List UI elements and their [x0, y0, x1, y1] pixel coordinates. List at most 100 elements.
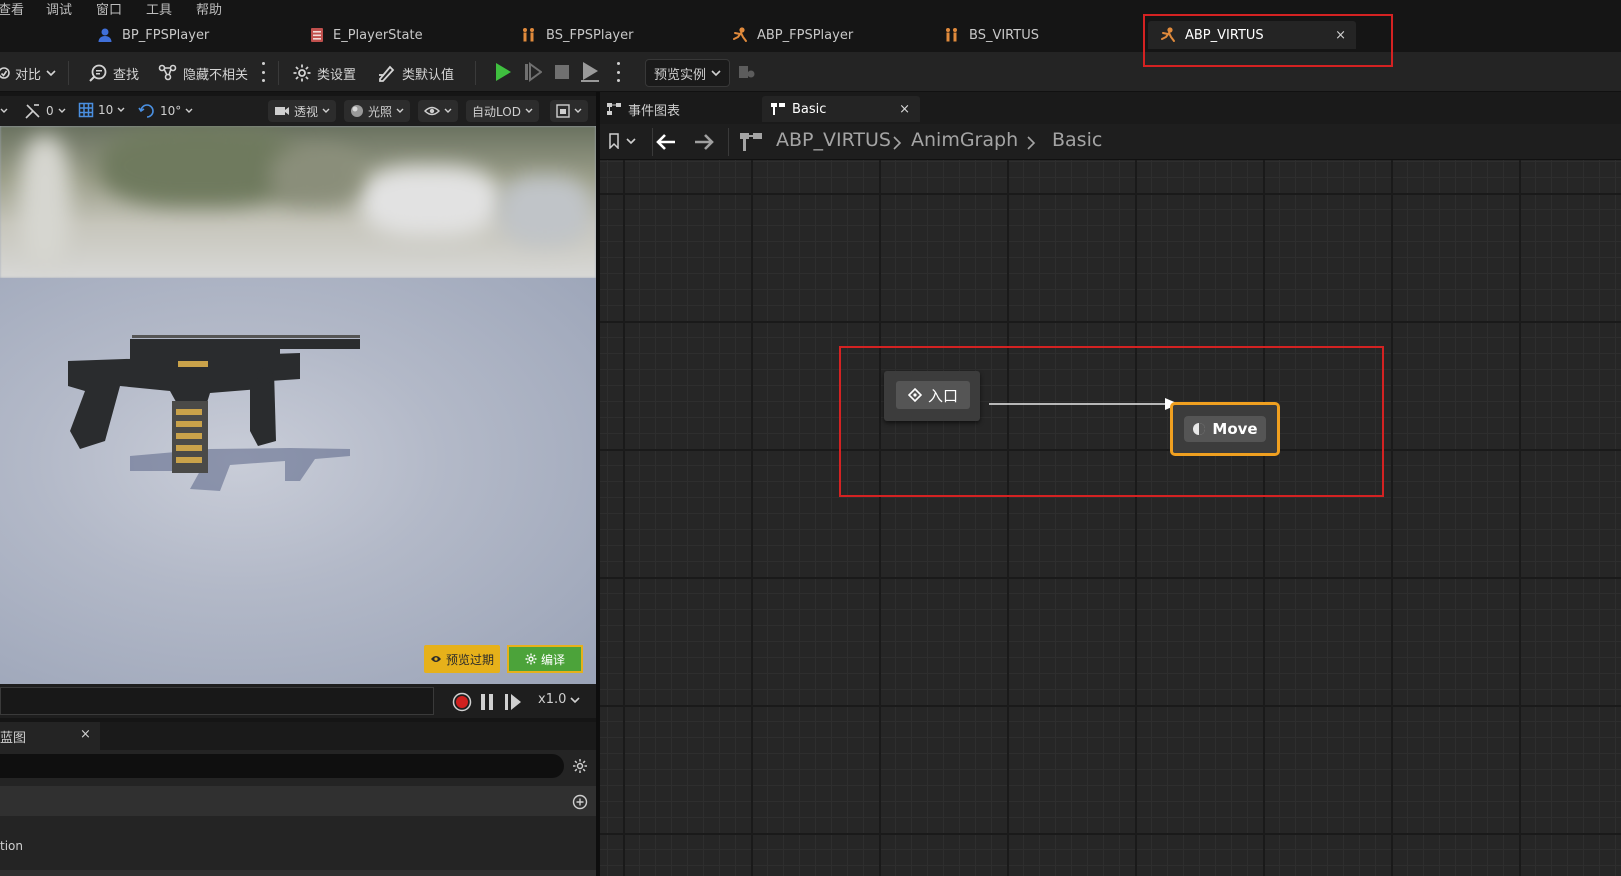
find-button[interactable]: 查找	[88, 60, 139, 86]
entry-node[interactable]: 入口	[884, 371, 980, 421]
tab-label: 蓝图	[0, 730, 27, 746]
stop-icon[interactable]	[554, 64, 570, 80]
step-forward-icon[interactable]	[504, 693, 522, 711]
preview-expired-label: 预览过期	[446, 652, 495, 667]
angle-snap-control[interactable]: 0	[24, 102, 66, 120]
transition-arrow[interactable]	[989, 396, 1181, 412]
find-label: 查找	[113, 67, 140, 83]
anim-blueprint-icon	[733, 27, 747, 42]
diff-label: 对比	[15, 67, 42, 83]
main-toolbar: 对比 查找 隐藏不相关 类设置 类默认值 预览实例	[0, 52, 1621, 92]
bottom-panel-body: tion	[0, 750, 596, 876]
timeline-scrubber[interactable]	[0, 687, 434, 715]
more-options-icon[interactable]	[616, 62, 620, 82]
rotation-snap-value: 10°	[160, 104, 182, 118]
tab-basic[interactable]: Basic ×	[762, 96, 920, 122]
class-settings-button[interactable]: 类设置	[292, 60, 356, 86]
tab-event-graph[interactable]: 事件图表	[606, 96, 680, 122]
preview-instance-dropdown[interactable]: 预览实例	[645, 59, 731, 87]
class-defaults-label: 类默认值	[402, 67, 455, 83]
anim-graph-canvas[interactable]: 入口 Move	[600, 160, 1621, 876]
bottom-panel-row[interactable]	[0, 870, 596, 876]
forward-arrow-icon[interactable]	[694, 133, 714, 151]
tab-bs-virtus[interactable]: BS_VIRTUS	[944, 21, 1039, 49]
add-icon[interactable]	[572, 794, 588, 810]
entry-node-label: 入口	[927, 386, 958, 405]
chevron-down-icon[interactable]	[0, 107, 8, 115]
back-arrow-icon[interactable]	[656, 133, 676, 151]
surface-snap-icon	[25, 104, 40, 119]
perspective-dropdown[interactable]: 透视	[268, 100, 337, 122]
play-icon[interactable]	[494, 62, 512, 82]
eye-icon	[431, 656, 441, 662]
close-icon[interactable]: ×	[899, 102, 910, 117]
diff-button[interactable]: 对比	[0, 60, 56, 86]
bottom-panel-search-input[interactable]	[0, 754, 564, 778]
lod-label: 自动LOD	[472, 104, 521, 119]
compile-button[interactable]: 编译	[507, 645, 583, 673]
rotation-snap-control[interactable]: 10°	[138, 102, 193, 120]
tab-e-playerstate[interactable]: E_PlayerState	[310, 21, 423, 49]
debug-filter-icon[interactable]	[738, 64, 756, 80]
pause-icon[interactable]	[480, 693, 494, 711]
class-settings-label: 类设置	[317, 67, 357, 83]
tab-abp-fpsplayer[interactable]: ABP_FPSPlayer	[732, 21, 853, 49]
hide-unrelated-label: 隐藏不相关	[183, 67, 249, 83]
bottom-panel-row[interactable]	[0, 786, 596, 816]
toolbar-separator	[652, 128, 653, 156]
tab-abp-virtus[interactable]: ABP_VIRTUS ×	[1148, 21, 1356, 49]
more-options-icon[interactable]	[261, 62, 265, 82]
close-icon[interactable]: ×	[80, 727, 91, 742]
simulate-icon[interactable]	[580, 61, 600, 83]
gear-icon	[293, 64, 311, 82]
diff-icon	[0, 67, 10, 79]
tab-label: BS_FPSPlayer	[546, 27, 634, 43]
grid-snap-control[interactable]: 10	[78, 102, 125, 118]
viewport-layout-dropdown[interactable]	[550, 100, 588, 122]
step-icon[interactable]	[524, 62, 542, 82]
preview-viewport[interactable]: 预览过期 编译	[0, 126, 596, 684]
chevron-down-icon	[525, 108, 533, 113]
tab-label: Basic	[792, 101, 827, 117]
enum-icon	[311, 28, 323, 42]
chevron-down-icon	[117, 107, 125, 112]
chevron-down-icon	[626, 138, 636, 145]
gear-icon[interactable]	[572, 758, 588, 774]
viewport-toolbar: 0 10 10° 透视 光照 自动LOD	[0, 96, 596, 126]
show-dropdown[interactable]	[418, 100, 458, 122]
chevron-right-icon	[893, 136, 902, 150]
tab-blueprint[interactable]: 蓝图 ×	[0, 722, 100, 750]
close-icon[interactable]: ×	[1335, 28, 1346, 43]
state-node-move[interactable]: Move	[1170, 402, 1280, 456]
preview-expired-badge: 预览过期	[424, 645, 501, 673]
chevron-down-icon	[46, 70, 56, 77]
chevron-right-icon	[1027, 136, 1036, 150]
hide-unrelated-button[interactable]: 隐藏不相关	[158, 60, 248, 86]
breadcrumb-animgraph[interactable]: AnimGraph	[911, 129, 1018, 151]
lit-sphere-icon	[351, 105, 363, 117]
state-machine-icon	[771, 103, 785, 115]
tab-bs-fpsplayer[interactable]: BS_FPSPlayer	[521, 21, 633, 49]
toolbar-separator	[278, 61, 279, 85]
chevron-down-icon	[711, 70, 721, 77]
breadcrumb-basic[interactable]: Basic	[1052, 129, 1102, 151]
chevron-down-icon	[574, 108, 582, 113]
class-defaults-button[interactable]: 类默认值	[377, 60, 454, 86]
bookmark-dropdown[interactable]	[608, 133, 636, 149]
breadcrumb-asset[interactable]: ABP_VIRTUS	[776, 129, 891, 151]
eye-icon	[424, 106, 440, 116]
tab-bp-fpsplayer[interactable]: BP_FPSPlayer	[97, 21, 209, 49]
record-icon[interactable]	[452, 692, 472, 712]
lod-dropdown[interactable]: 自动LOD	[466, 100, 539, 122]
gear-icon	[525, 653, 537, 665]
rotation-snap-icon	[138, 104, 154, 118]
perspective-label: 透视	[294, 104, 319, 119]
playback-speed-dropdown[interactable]: x1.0	[538, 692, 580, 707]
blueprint-icon	[98, 28, 112, 42]
camera-icon	[275, 107, 289, 115]
entry-diamond-icon	[907, 388, 922, 402]
viewport-background	[0, 126, 596, 278]
state-icon	[1193, 423, 1206, 435]
lighting-dropdown[interactable]: 光照	[344, 100, 411, 122]
grid-icon	[78, 102, 94, 118]
